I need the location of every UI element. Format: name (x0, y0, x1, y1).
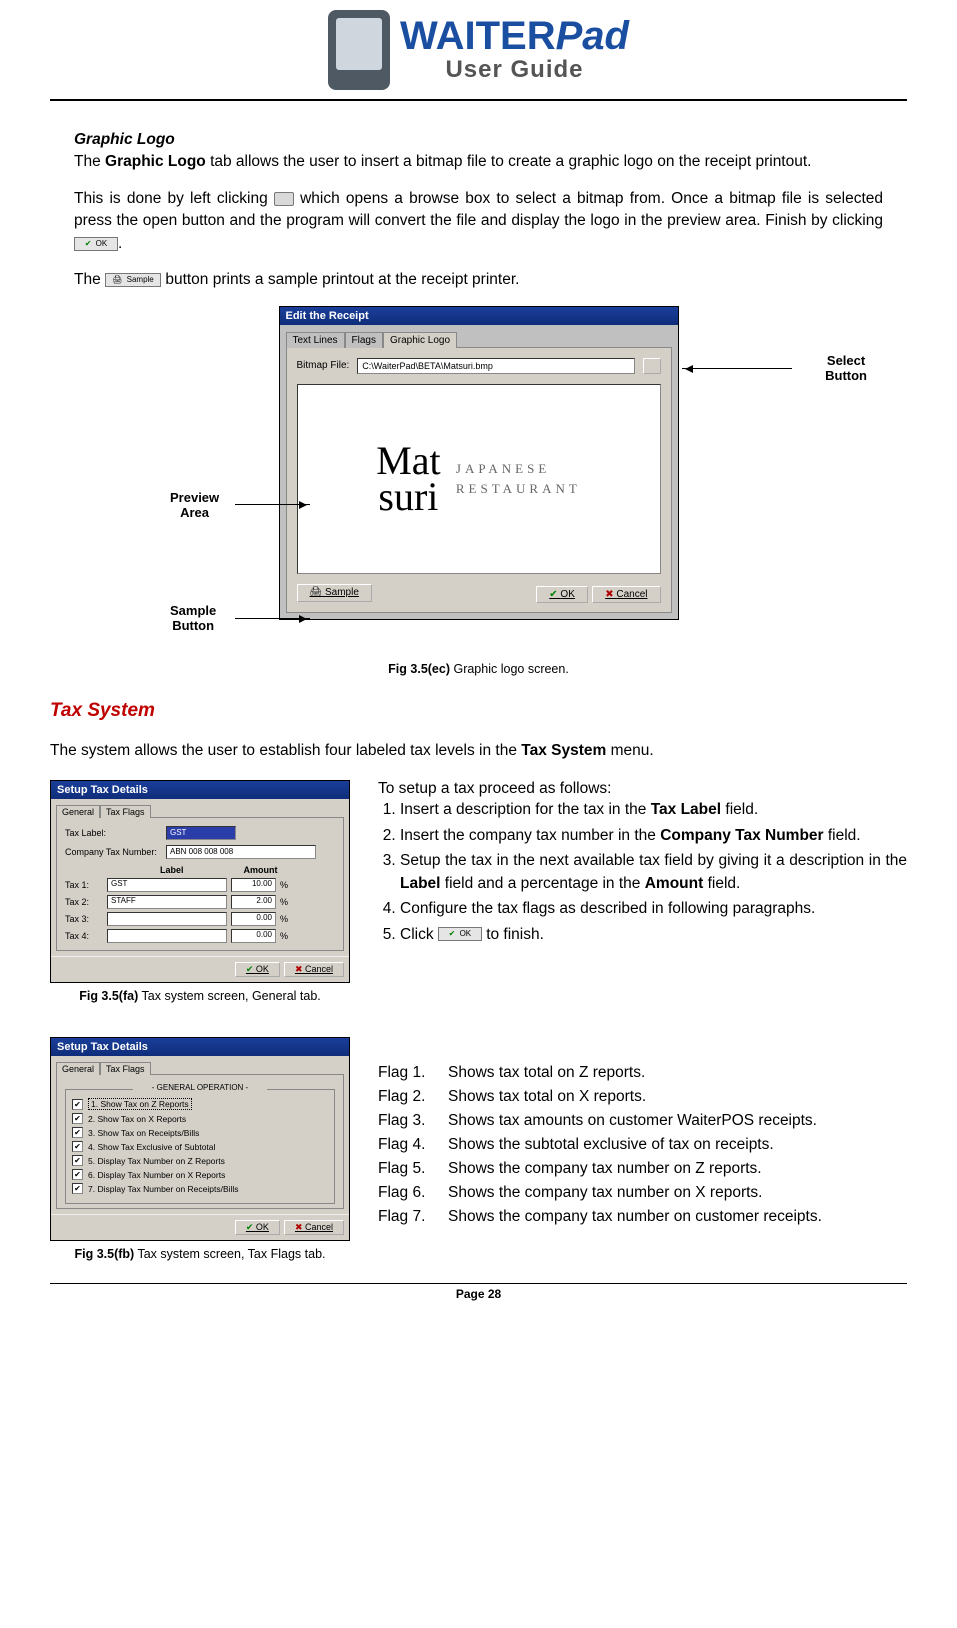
checkbox-icon[interactable] (72, 1155, 83, 1166)
checkbox-icon[interactable] (72, 1141, 83, 1152)
fa-tab-taxflags[interactable]: Tax Flags (100, 805, 151, 818)
checkbox-icon[interactable] (72, 1113, 83, 1124)
fa-ok-button[interactable]: OK (235, 962, 280, 977)
arrow-sample (235, 618, 310, 619)
fa-taxlabel-lbl: Tax Label: (65, 828, 160, 838)
fa-tax-row-2: Tax 2:STAFF2.00% (65, 895, 335, 909)
preview-line1: JAPANESE (456, 461, 550, 476)
fb-check-7[interactable]: 7. Display Tax Number on Receipts/Bills (72, 1183, 328, 1194)
checkbox-icon[interactable] (72, 1127, 83, 1138)
tab-text-lines[interactable]: Text Lines (286, 332, 345, 348)
arrow-preview (235, 504, 310, 505)
gl-p1c: tab allows the user to insert a bitmap f… (206, 153, 812, 170)
gl-p1a: The (74, 153, 105, 170)
fa-tab-general[interactable]: General (56, 805, 100, 818)
fb-check-1[interactable]: 1. Show Tax on Z Reports (72, 1098, 328, 1110)
fig-fb-title: Setup Tax Details (51, 1038, 349, 1056)
fa-taxlabel-input[interactable]: GST (166, 826, 236, 840)
fb-check-6[interactable]: 6. Display Tax Number on X Reports (72, 1169, 328, 1180)
fb-cancel-button[interactable]: Cancel (284, 1220, 344, 1235)
graphic-logo-heading: Graphic Logo (74, 131, 175, 148)
ts-intro-b: Tax System (521, 742, 606, 759)
ts-intro-a: The system allows the user to establish … (50, 742, 521, 759)
fa-tax-row-4: Tax 4:0.00% (65, 929, 335, 943)
browse-icon (274, 192, 294, 206)
fa-tax2-amount[interactable]: 2.00 (231, 895, 276, 909)
fa-ctn-lbl: Company Tax Number: (65, 847, 160, 857)
brand-title: WAITERPad (400, 16, 629, 56)
fb-check-5[interactable]: 5. Display Tax Number on Z Reports (72, 1155, 328, 1166)
fa-cancel-button[interactable]: Cancel (284, 962, 344, 977)
callout-preview: Preview Area (170, 491, 219, 521)
sample-button[interactable]: Sample (297, 584, 372, 602)
fa-tax-row-1: Tax 1:GST10.00% (65, 878, 335, 892)
ok-icon (74, 237, 118, 251)
fb-check-2[interactable]: 2. Show Tax on X Reports (72, 1113, 328, 1124)
fig-ec-tabs: Text LinesFlagsGraphic Logo (286, 331, 672, 347)
tax-setup-steps: Insert a description for the tax in the … (378, 798, 907, 946)
fig-fb-caption: Fig 3.5(fb) Tax system screen, Tax Flags… (50, 1247, 350, 1261)
checkbox-icon[interactable] (72, 1183, 83, 1194)
fig-fa-caption: Fig 3.5(fa) Tax system screen, General t… (50, 989, 350, 1003)
brand-suffix: Pad (556, 14, 629, 58)
page-footer: Page 28 (50, 1283, 907, 1301)
gl-p3a: The (74, 271, 105, 288)
fig-fa-window: Setup Tax Details GeneralTax Flags Tax L… (50, 780, 350, 983)
bitmap-browse-button[interactable] (643, 358, 661, 374)
tax-system-heading: Tax System (50, 700, 907, 722)
fig-ec-title: Edit the Receipt (280, 307, 678, 325)
tab-flags[interactable]: Flags (345, 332, 383, 348)
fa-tax1-label[interactable]: GST (107, 878, 227, 892)
ok-button[interactable]: OK (536, 586, 588, 603)
fa-tax3-amount[interactable]: 0.00 (231, 912, 276, 926)
fb-check-3[interactable]: 3. Show Tax on Receipts/Bills (72, 1127, 328, 1138)
fa-tax4-amount[interactable]: 0.00 (231, 929, 276, 943)
sample-icon (105, 273, 161, 287)
fa-ctn-input[interactable]: ABN 008 008 008 (166, 845, 316, 859)
checkbox-icon[interactable] (72, 1169, 83, 1180)
fa-tax-row-3: Tax 3:0.00% (65, 912, 335, 926)
fb-ok-button[interactable]: OK (235, 1220, 280, 1235)
fa-tax3-label[interactable] (107, 912, 227, 926)
cancel-button[interactable]: Cancel (592, 586, 660, 603)
bitmap-file-label: Bitmap File: (297, 360, 350, 371)
fb-check-4[interactable]: 4. Show Tax Exclusive of Subtotal (72, 1141, 328, 1152)
fa-col-label: Label (160, 865, 184, 875)
fig-fa-title: Setup Tax Details (51, 781, 349, 799)
gl-p1b: Graphic Logo (105, 153, 206, 170)
ts-intro-c: menu. (606, 742, 653, 759)
page-header: WAITERPad User Guide (50, 10, 907, 101)
fig-ec-caption: Fig 3.5(ec) Graphic logo screen. (50, 662, 907, 676)
brand-subtitle: User Guide (400, 56, 629, 84)
ok-icon-inline (438, 927, 482, 941)
gl-p2a: This is done by left clicking (74, 190, 274, 207)
tab-graphic-logo[interactable]: Graphic Logo (383, 332, 457, 348)
preview-line2: RESTAURANT (456, 481, 581, 496)
fa-col-amount: Amount (244, 865, 278, 875)
bitmap-file-input[interactable]: C:\WaiterPad\BETA\Matsuri.bmp (357, 358, 634, 374)
fb-tab-general[interactable]: General (56, 1062, 100, 1075)
fb-tab-taxflags[interactable]: Tax Flags (100, 1062, 151, 1075)
fa-tax1-amount[interactable]: 10.00 (231, 878, 276, 892)
gl-p3b: button prints a sample printout at the r… (161, 271, 519, 288)
fig-ec-window: Edit the Receipt Text LinesFlagsGraphic … (279, 306, 679, 620)
pda-icon (328, 10, 390, 90)
arrow-select (682, 368, 792, 369)
callout-sample: Sample Button (170, 604, 216, 634)
preview-logo-text: Matsuri (376, 443, 440, 515)
fa-tax4-label[interactable] (107, 929, 227, 943)
fa-tax2-label[interactable]: STAFF (107, 895, 227, 909)
gl-p2c: . (118, 235, 122, 252)
checkbox-icon[interactable] (72, 1099, 83, 1110)
fig-fb-window: Setup Tax Details GeneralTax Flags - GEN… (50, 1037, 350, 1241)
fb-group-title: - GENERAL OPERATION - (133, 1083, 267, 1092)
preview-area: Matsuri JAPANESE RESTAURANT (297, 384, 661, 574)
callout-select: Select Button (825, 354, 867, 384)
flag-description-list: Flag 1.Shows tax total on Z reports. Fla… (378, 1037, 907, 1229)
steps-intro: To setup a tax proceed as follows: (378, 780, 907, 798)
brand-main: WAITER (400, 14, 556, 58)
